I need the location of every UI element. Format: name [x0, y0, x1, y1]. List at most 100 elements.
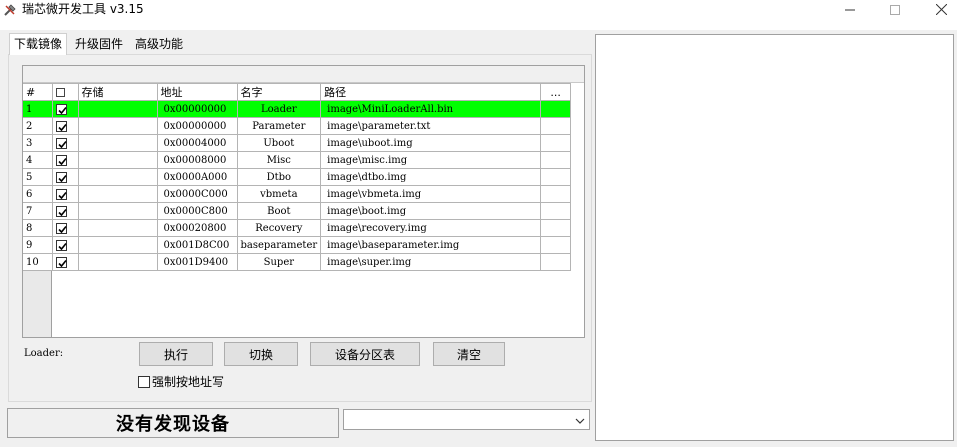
- row-name: Recovery: [237, 219, 322, 237]
- row-name: baseparameter: [237, 236, 322, 254]
- row-storage: [78, 151, 158, 169]
- row-checkbox[interactable]: [55, 103, 67, 115]
- row-checkbox-cell[interactable]: [52, 151, 79, 169]
- device-status: 没有发现设备: [7, 408, 339, 438]
- image-table: # 存储 地址 名字 路径 ... 1 0x00000000 Loader image…: [23, 83, 572, 271]
- tab-upgrade-firmware[interactable]: 升级固件: [72, 35, 126, 55]
- row-path: image\MiniLoaderAll.bin: [320, 100, 542, 118]
- row-index: 9: [23, 236, 53, 254]
- row-checkbox-cell[interactable]: [52, 219, 79, 237]
- row-checkbox-cell[interactable]: [52, 202, 79, 220]
- force-address-option[interactable]: 强制按地址写: [138, 373, 224, 390]
- row-checkbox-cell[interactable]: [52, 134, 79, 152]
- maximize-icon: [890, 4, 900, 18]
- chevron-down-icon[interactable]: [575, 415, 585, 425]
- col-header-path: 路径: [320, 83, 542, 101]
- col-header-more[interactable]: ...: [540, 83, 572, 101]
- row-more: [540, 100, 572, 118]
- table-body: 1 0x00000000 Loader image\MiniLoaderAll.bin…: [23, 100, 572, 271]
- table-row[interactable]: 5 0x0000A000 Dtbo image\dtbo.img: [23, 168, 572, 186]
- minimize-button[interactable]: [827, 0, 873, 22]
- row-checkbox-cell[interactable]: [52, 236, 79, 254]
- device-select[interactable]: [343, 409, 590, 430]
- table-row[interactable]: 7 0x0000C800 Boot image\boot.img: [23, 202, 572, 220]
- row-index: 3: [23, 134, 53, 152]
- row-more: [540, 185, 572, 203]
- row-path: image\baseparameter.img: [320, 236, 542, 254]
- grid-top-strip: [23, 66, 584, 83]
- partition-table-button[interactable]: 设备分区表: [310, 342, 420, 366]
- row-index: 2: [23, 117, 53, 135]
- row-more: [540, 219, 572, 237]
- col-header-check[interactable]: [52, 83, 79, 101]
- image-grid[interactable]: # 存储 地址 名字 路径 ... 1 0x00000000 Loader image…: [22, 65, 585, 338]
- row-more: [540, 134, 572, 152]
- table-row[interactable]: 6 0x0000C000 vbmeta image\vbmeta.img: [23, 185, 572, 203]
- row-storage: [78, 100, 158, 118]
- row-checkbox-cell[interactable]: [52, 117, 79, 135]
- table-row[interactable]: 9 0x001D8C00 baseparameter image\baseparame…: [23, 236, 572, 254]
- row-checkbox[interactable]: [55, 171, 67, 183]
- row-checkbox[interactable]: [55, 137, 67, 149]
- row-name: Super: [237, 253, 322, 271]
- clear-button[interactable]: 清空: [433, 342, 505, 366]
- row-storage: [78, 202, 158, 220]
- row-checkbox[interactable]: [55, 205, 67, 217]
- row-index: 6: [23, 185, 53, 203]
- row-checkbox[interactable]: [55, 154, 67, 166]
- row-storage: [78, 185, 158, 203]
- row-name: Loader: [237, 100, 322, 118]
- row-checkbox[interactable]: [55, 239, 67, 251]
- row-storage: [78, 134, 158, 152]
- table-row[interactable]: 2 0x00000000 Parameter image\parameter.txt: [23, 117, 572, 135]
- row-path: image\boot.img: [320, 202, 542, 220]
- force-address-checkbox[interactable]: [138, 375, 150, 388]
- log-panel[interactable]: [595, 34, 954, 441]
- row-more: [540, 168, 572, 186]
- row-more: [540, 202, 572, 220]
- row-address: 0x00008000: [157, 151, 238, 169]
- loader-label: Loader:: [24, 348, 64, 359]
- row-checkbox-cell[interactable]: [52, 100, 79, 118]
- row-more: [540, 253, 572, 271]
- row-path: image\parameter.txt: [320, 117, 542, 135]
- row-more: [540, 236, 572, 254]
- row-checkbox-cell[interactable]: [52, 253, 79, 271]
- close-button[interactable]: [918, 0, 957, 22]
- app-icon: [3, 3, 17, 17]
- row-storage: [78, 236, 158, 254]
- maximize-button[interactable]: [872, 0, 918, 22]
- execute-button[interactable]: 执行: [139, 342, 213, 366]
- window-title: 瑞芯微开发工具 v3.15: [22, 2, 144, 16]
- minimize-icon: [845, 4, 855, 18]
- select-all-checkbox[interactable]: [55, 88, 65, 97]
- row-address: 0x001D9400: [157, 253, 238, 271]
- row-index: 10: [23, 253, 53, 271]
- table-row[interactable]: 1 0x00000000 Loader image\MiniLoaderAll.bin: [23, 100, 572, 118]
- row-checkbox[interactable]: [55, 120, 67, 132]
- table-row[interactable]: 10 0x001D9400 Super image\super.img: [23, 253, 572, 271]
- row-path: image\misc.img: [320, 151, 542, 169]
- tab-advanced[interactable]: 高级功能: [132, 35, 186, 55]
- table-row[interactable]: 4 0x00008000 Misc image\misc.img: [23, 151, 572, 169]
- table-row[interactable]: 3 0x00004000 Uboot image\uboot.img: [23, 134, 572, 152]
- row-checkbox-cell[interactable]: [52, 185, 79, 203]
- row-index: 7: [23, 202, 53, 220]
- row-name: vbmeta: [237, 185, 322, 203]
- table-row[interactable]: 8 0x00020800 Recovery image\recovery.img: [23, 219, 572, 237]
- row-checkbox[interactable]: [55, 222, 67, 234]
- col-header-index: #: [23, 83, 53, 101]
- row-index: 5: [23, 168, 53, 186]
- title-bar: 瑞芯微开发工具 v3.15: [0, 0, 957, 30]
- tab-download-image[interactable]: 下载镜像: [9, 33, 68, 55]
- row-more: [540, 117, 572, 135]
- col-header-address: 地址: [157, 83, 238, 101]
- row-address: 0x0000C800: [157, 202, 238, 220]
- row-name: Boot: [237, 202, 322, 220]
- row-checkbox-cell[interactable]: [52, 168, 79, 186]
- switch-button[interactable]: 切换: [224, 342, 298, 366]
- row-checkbox[interactable]: [55, 188, 67, 200]
- row-storage: [78, 253, 158, 271]
- row-index: 1: [23, 100, 53, 118]
- row-checkbox[interactable]: [55, 256, 67, 268]
